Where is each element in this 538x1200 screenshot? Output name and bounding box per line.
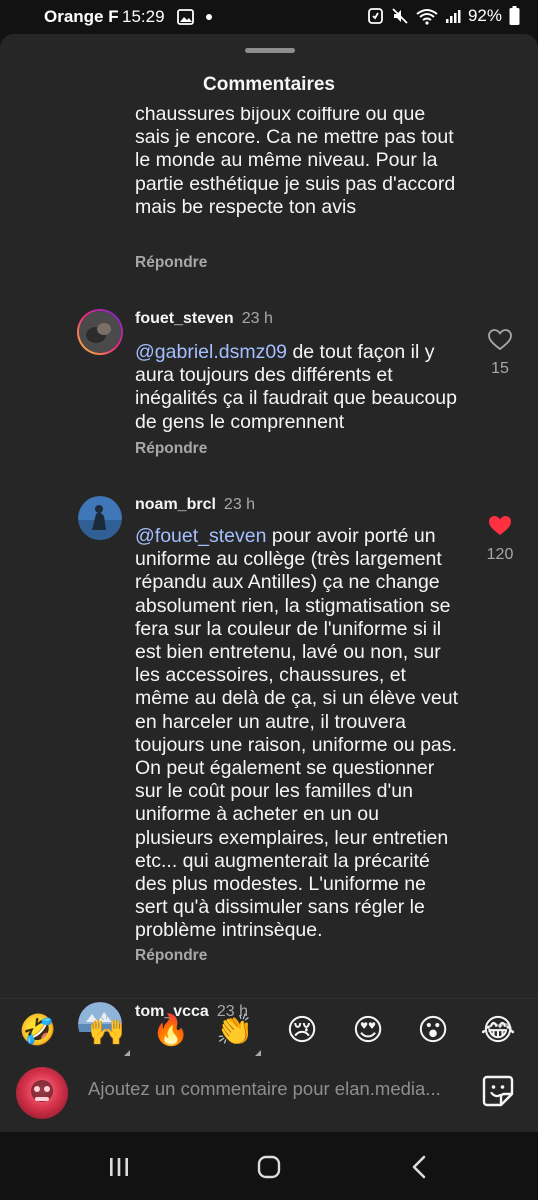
comment-text-rest: pour avoir porté un bbox=[266, 525, 436, 547]
comment-line: sais je encore. Ca ne mettre pas tout bbox=[135, 126, 454, 149]
emoji-rolling-on-floor-laughing-icon[interactable]: 🤣 bbox=[18, 1011, 58, 1051]
comment-line: plusieurs exemplaires, leur entretien bbox=[135, 826, 449, 849]
comment-line: problème intrinsèque. bbox=[135, 919, 323, 942]
comment-line: uniforme à acheter en un ou bbox=[135, 803, 379, 826]
comment-line: On peut également se questionner bbox=[135, 757, 435, 780]
comments-sheet: Commentaires chaussures bijoux coiffure … bbox=[0, 34, 538, 1132]
status-bar: Orange F 15:29 92% bbox=[0, 0, 538, 34]
like-control[interactable]: 120 bbox=[480, 515, 520, 564]
comment-line: répandu aux Antilles) ça ne change bbox=[135, 571, 440, 594]
comment-line: même au delà de ça, si un élève veut bbox=[135, 687, 459, 710]
comment-text-rest: de tout façon il y bbox=[287, 341, 435, 363]
comment-line: uniforme au collège (très largement bbox=[135, 548, 442, 571]
comment-line: le monde au même niveau. Pour la bbox=[135, 149, 438, 172]
comment-line: les accessoires, chaussures, et bbox=[135, 664, 406, 687]
comment-text: chaussures bijoux coiffure ou que sais j… bbox=[135, 107, 470, 219]
comment-line: sur le coût pour les familles d'un bbox=[135, 780, 413, 803]
comment-composer: Ajoutez un commentaire pour elan.media..… bbox=[0, 1064, 538, 1132]
comment-header: fouet_steven 23 h bbox=[135, 310, 273, 328]
reply-button[interactable]: Répondre bbox=[135, 947, 207, 965]
emoji-fire-icon[interactable]: 🔥 bbox=[151, 1011, 191, 1051]
emoji-raising-hands-icon[interactable]: 🙌 bbox=[87, 1011, 127, 1051]
comment-line: sert qu'à dissimuler sans régler le bbox=[135, 896, 425, 919]
sheet-title: Commentaires bbox=[203, 74, 335, 95]
emoji-tears-of-joy-icon[interactable]: 😂 bbox=[478, 1011, 518, 1051]
clock: 15:29 bbox=[122, 7, 165, 26]
back-icon[interactable] bbox=[405, 1152, 435, 1182]
comment-text: @fouet_steven pour avoir porté un unifor… bbox=[135, 525, 470, 943]
comment-timestamp: 23 h bbox=[223, 496, 256, 513]
comment-line: etc... qui augmenterait la précarité bbox=[135, 849, 430, 872]
comment-line: de gens le comprennent bbox=[135, 410, 345, 433]
avatar[interactable] bbox=[77, 309, 123, 355]
signal-icon bbox=[445, 9, 461, 23]
comment-line: partie esthétique je suis pas d'accord bbox=[135, 172, 456, 195]
comment-header: noam_brcl 23 h bbox=[135, 496, 255, 514]
comment-line: chaussures bijoux coiffure ou que bbox=[135, 107, 426, 125]
heart-outline-icon[interactable] bbox=[488, 329, 512, 351]
comment-line: est bien entretenu, lavé ou non, sur bbox=[135, 641, 441, 664]
comment-line: @gabriel.dsmz09 de tout façon il y bbox=[135, 341, 470, 364]
like-count: 120 bbox=[486, 546, 514, 563]
skin-tone-corner-icon bbox=[124, 1050, 130, 1056]
comment-line: fera sur la couleur de l'uniforme si il bbox=[135, 617, 442, 640]
comment-line: inégalités ça il faudrait que beaucoup bbox=[135, 387, 457, 410]
emoji-crying-face-icon[interactable]: 😢 bbox=[282, 1011, 322, 1051]
notification-dot-icon bbox=[206, 14, 212, 20]
wifi-icon bbox=[416, 8, 438, 25]
comment-text: @gabriel.dsmz09 de tout façon il y aura … bbox=[135, 341, 470, 434]
reply-button[interactable]: Répondre bbox=[135, 440, 207, 458]
emoji-heart-eyes-icon[interactable]: 😍 bbox=[348, 1011, 388, 1051]
comment-line: toujours une raison, uniforme ou pas. bbox=[135, 733, 457, 756]
comment-line: aura toujours des différents et bbox=[135, 364, 393, 387]
gallery-icon bbox=[177, 9, 194, 25]
emoji-clapping-hands-icon[interactable]: 👏 bbox=[215, 1011, 255, 1051]
comment-line: des plus modestes. L'uniforme ne bbox=[135, 873, 426, 896]
heart-filled-icon[interactable] bbox=[488, 515, 512, 537]
like-control[interactable]: 15 bbox=[480, 329, 520, 378]
mute-icon bbox=[392, 8, 408, 24]
home-icon[interactable] bbox=[254, 1152, 284, 1182]
comment-line: @fouet_steven pour avoir porté un bbox=[135, 525, 470, 548]
reply-button[interactable]: Répondre bbox=[135, 254, 207, 272]
comment-username[interactable]: noam_brcl bbox=[135, 496, 216, 513]
battery-icon bbox=[509, 6, 520, 25]
alarm-icon bbox=[368, 8, 383, 24]
emoji-astonished-face-icon[interactable]: 😮 bbox=[413, 1011, 453, 1051]
comment-input[interactable]: Ajoutez un commentaire pour elan.media..… bbox=[88, 1078, 468, 1100]
battery-percent: 92% bbox=[467, 6, 502, 25]
system-nav-bar bbox=[0, 1132, 538, 1200]
carrier-name: Orange F bbox=[44, 7, 119, 26]
comment-timestamp: 23 h bbox=[241, 310, 273, 327]
like-count: 15 bbox=[491, 360, 509, 377]
current-user-avatar bbox=[16, 1067, 68, 1119]
comment-username[interactable]: fouet_steven bbox=[135, 310, 234, 327]
sticker-icon[interactable] bbox=[481, 1074, 515, 1108]
mention-link[interactable]: @gabriel.dsmz09 bbox=[135, 341, 287, 363]
skin-tone-corner-icon bbox=[255, 1050, 261, 1056]
avatar[interactable] bbox=[78, 496, 122, 540]
comment-line: en harceler un autre, il trouvera bbox=[135, 710, 406, 733]
emoji-quick-bar: 🤣 🙌 🔥 👏 😢 😍 😮 😂 bbox=[0, 998, 538, 1064]
comment-list[interactable]: chaussures bijoux coiffure ou que sais j… bbox=[0, 107, 538, 1032]
mention-link[interactable]: @fouet_steven bbox=[135, 525, 266, 547]
sheet-drag-handle[interactable] bbox=[245, 48, 295, 53]
comment-line: absolument rien, la stigmatisation se bbox=[135, 594, 451, 617]
recent-apps-icon[interactable] bbox=[104, 1152, 134, 1182]
comment-line: mais be respecte ton avis bbox=[135, 195, 357, 218]
